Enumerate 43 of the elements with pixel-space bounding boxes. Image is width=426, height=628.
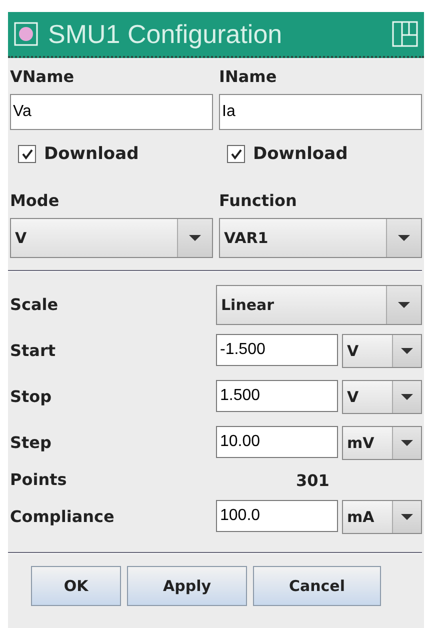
field-label: Step [10, 432, 52, 454]
maximize-icon[interactable] [392, 21, 418, 47]
checkbox-label[interactable]: Download [253, 144, 348, 164]
caret-icon [397, 234, 411, 242]
number-field[interactable]: 10.00 [216, 426, 338, 458]
dropdown-button[interactable] [392, 427, 421, 459]
field-label: Scale [10, 294, 60, 316]
caret-icon [400, 513, 414, 521]
number-field[interactable]: 100.0 [216, 500, 338, 532]
field-label: IName [219, 66, 278, 88]
caret-icon [400, 439, 414, 447]
checkbox[interactable] [227, 145, 245, 163]
dropdown-button[interactable] [386, 286, 421, 324]
caret-icon [188, 234, 202, 242]
dialog-button[interactable]: Cancel [253, 566, 381, 606]
dropdown-button[interactable] [177, 219, 212, 257]
caret-icon [400, 347, 414, 355]
dialog-button[interactable]: Apply [127, 566, 247, 606]
field-label: Function [219, 190, 298, 212]
field-label: VName [10, 66, 76, 88]
window-menu-icon[interactable] [14, 22, 38, 46]
dropdown-button[interactable] [392, 381, 421, 413]
caret-icon [400, 393, 414, 401]
field-label: Compliance [10, 506, 116, 528]
dropdown-button[interactable] [392, 335, 421, 367]
dropdown-button[interactable] [386, 219, 421, 257]
caret-icon [397, 301, 411, 309]
number-field[interactable]: -1.500 [216, 334, 338, 366]
checkmark-icon [21, 148, 33, 160]
field-label: Mode [10, 190, 60, 212]
checkmark-icon [230, 148, 242, 160]
field-label: Start [10, 340, 57, 362]
text-field[interactable]: Ia [219, 94, 422, 130]
points-value: 301 [295, 470, 330, 490]
field-label: Stop [10, 386, 53, 408]
text-field[interactable]: Va [10, 94, 213, 130]
dialog-button[interactable]: OK [31, 566, 121, 606]
window-title: SMU1 Configuration [48, 18, 284, 50]
checkbox[interactable] [18, 145, 36, 163]
checkbox-label[interactable]: Download [44, 144, 139, 164]
field-label: Points [10, 469, 68, 491]
number-field[interactable]: 1.500 [216, 380, 338, 412]
dropdown-button[interactable] [392, 501, 421, 533]
